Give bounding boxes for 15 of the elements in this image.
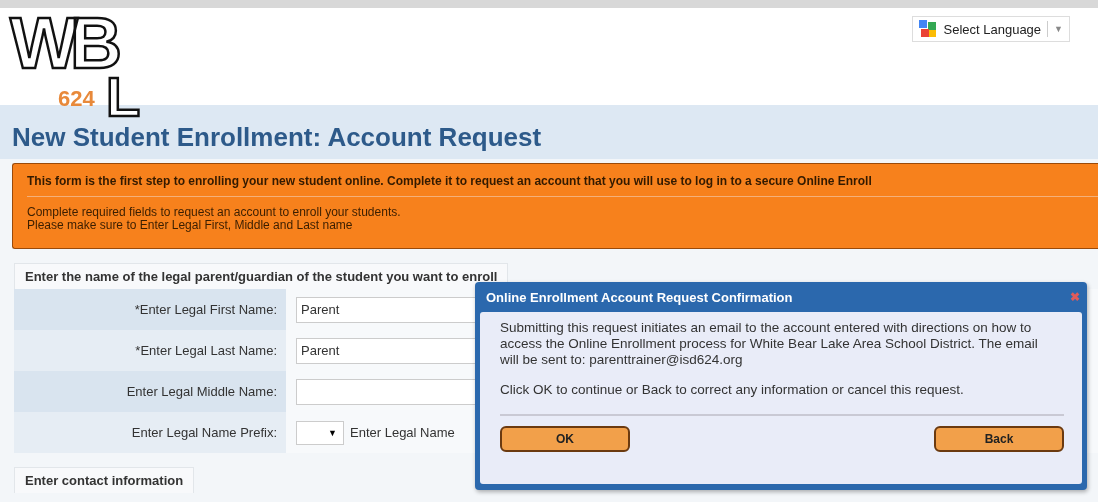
banner-headline: This form is the first step to enrolling your new student online. Complete it to request an account that you will use to log in to a secure Online Enroll [27, 164, 1098, 197]
page-title: New Student Enrollment: Account Request [12, 122, 542, 153]
dialog-message: Click OK to continue or Back to correct any information or cancel this request. [500, 382, 965, 398]
field-label: *Enter Legal First Name: [14, 289, 286, 330]
banner-text: Please make sure to Enter Legal First, Middle and Last name [27, 219, 354, 232]
language-select[interactable]: Select Language ▼ [912, 16, 1070, 42]
google-translate-icon [919, 20, 938, 38]
banner-text: Complete required fields to request an account to enroll your students. [27, 206, 402, 219]
field-label: Enter Legal Name Prefix: [14, 412, 286, 453]
back-button[interactable]: Back [934, 426, 1064, 452]
field-label: *Enter Legal Last Name: [14, 330, 286, 371]
prefix-dropdown[interactable]: ▼ [296, 420, 344, 445]
field-label: Enter Legal Middle Name: [14, 371, 286, 412]
ok-button[interactable]: OK [500, 426, 630, 452]
field-label: Enter Legal Name [350, 425, 455, 440]
